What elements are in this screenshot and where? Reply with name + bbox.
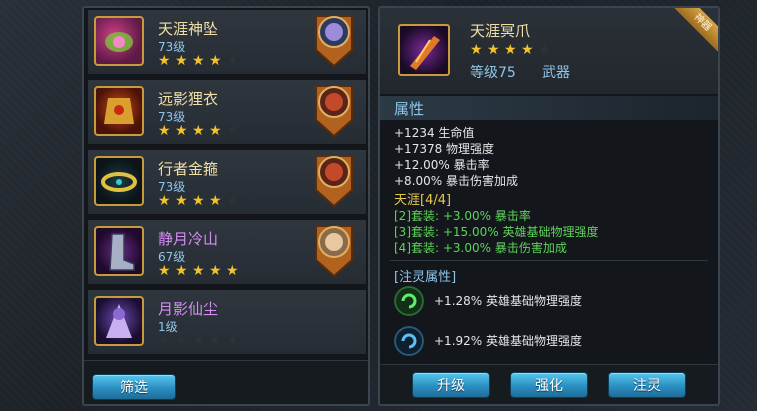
detail-header: 天涯冥爪 ★ ★ ★ ★ ★ 等级75 武器 神器 (380, 8, 718, 94)
equipment-list-panel: 天涯神坠 73级 ★ ★ ★ ★ ★ 远影狸衣 73级 ★ ★ ★ ★ ★ 行者金箍 73级 (82, 6, 370, 406)
filter-button[interactable]: 筛选 (92, 374, 176, 400)
artifact-badge: 神器 (672, 8, 718, 54)
divider (390, 260, 708, 261)
star-icon: ★ (158, 333, 171, 349)
list-item[interactable]: 远影狸衣 73级 ★ ★ ★ ★ ★ (88, 80, 366, 145)
star-icon: ★ (192, 193, 205, 209)
star-icon: ★ (470, 42, 483, 58)
list-item[interactable]: 静月冷山 67级 ★ ★ ★ ★ ★ (88, 220, 366, 285)
hero-avatar-shield-icon (315, 155, 353, 208)
stat-line: +1234 生命值 (394, 126, 475, 140)
star-icon: ★ (175, 193, 188, 209)
star-icon: ★ (158, 263, 171, 279)
infuse-stat-row: +1.92% 英雄基础物理强度 (394, 326, 714, 358)
headband-icon (94, 156, 144, 206)
star-icon: ★ (487, 42, 500, 58)
item-name: 静月冷山 (158, 230, 219, 248)
star-icon: ★ (175, 53, 188, 69)
list-item[interactable]: 月影仙尘 1级 ★ ★ ★ ★ ★ (88, 290, 366, 355)
star-icon: ★ (209, 123, 222, 139)
set-bonus-line: [4]套装: +3.00% 暴击伤害加成 (394, 241, 567, 255)
star-icon: ★ (226, 123, 239, 139)
stat-line: +12.00% 暴击率 (394, 158, 490, 172)
star-icon: ★ (158, 193, 171, 209)
badge-label: 神器 (672, 8, 718, 54)
item-stars: ★ ★ ★ ★ ★ (158, 264, 240, 278)
item-name: 行者金箍 (158, 160, 219, 178)
infuse-stat-text: +1.92% 英雄基础物理强度 (434, 334, 582, 348)
infuse-stat-text: +1.28% 英雄基础物理强度 (434, 294, 582, 308)
item-level: 等级75 (470, 65, 516, 81)
star-icon: ★ (192, 263, 205, 279)
green-soul-gem-icon (394, 286, 424, 316)
star-icon: ★ (226, 263, 239, 279)
item-stars: ★ ★ ★ ★ ★ (470, 43, 552, 57)
item-title: 天涯冥爪 (470, 22, 531, 40)
star-icon: ★ (158, 123, 171, 139)
list-item[interactable]: 行者金箍 73级 ★ ★ ★ ★ ★ (88, 150, 366, 215)
item-type: 武器 (542, 65, 570, 81)
infuse-attributes-title: [注灵属性] (394, 270, 457, 285)
star-icon: ★ (226, 333, 239, 349)
star-icon: ★ (192, 123, 205, 139)
star-icon: ★ (209, 193, 222, 209)
item-stars: ★ ★ ★ ★ ★ (158, 124, 240, 138)
claw-weapon-icon (398, 24, 450, 76)
attributes-title: 属性 (394, 100, 425, 118)
star-icon: ★ (226, 193, 239, 209)
item-stars: ★ ★ ★ ★ ★ (158, 194, 240, 208)
item-stars: ★ ★ ★ ★ ★ (158, 334, 240, 348)
star-icon: ★ (175, 123, 188, 139)
star-icon: ★ (158, 53, 171, 69)
star-icon: ★ (209, 333, 222, 349)
star-icon: ★ (504, 42, 517, 58)
stat-line: +17378 物理强度 (394, 142, 495, 156)
star-icon: ★ (521, 42, 534, 58)
star-icon: ★ (209, 53, 222, 69)
list-item[interactable]: 天涯神坠 73级 ★ ★ ★ ★ ★ (88, 10, 366, 75)
armor-icon (94, 86, 144, 136)
stat-line: +8.00% 暴击伤害加成 (394, 174, 518, 188)
hero-avatar-shield-icon (315, 225, 353, 278)
boots-icon (94, 226, 144, 276)
upgrade-button[interactable]: 升级 (412, 372, 490, 398)
item-name: 月影仙尘 (158, 300, 219, 318)
hero-avatar-shield-icon (315, 85, 353, 138)
left-toolbar: 筛选 (84, 360, 368, 404)
star-icon: ★ (538, 42, 551, 58)
detail-toolbar: 升级 强化 注灵 (380, 364, 718, 404)
set-bonus-line: [2]套装: +3.00% 暴击率 (394, 209, 531, 223)
item-detail-panel: 天涯冥爪 ★ ★ ★ ★ ★ 等级75 武器 神器 属性 +1234 生命值 +1737… (378, 6, 720, 406)
star-icon: ★ (192, 53, 205, 69)
infuse-button[interactable]: 注灵 (608, 372, 686, 398)
hero-avatar-shield-icon (315, 15, 353, 68)
cloak-icon (94, 296, 144, 346)
star-icon: ★ (226, 53, 239, 69)
set-title: 天涯[4/4] (394, 193, 452, 208)
infuse-stat-row: +1.28% 英雄基础物理强度 (394, 286, 714, 318)
star-icon: ★ (192, 333, 205, 349)
item-name: 天涯神坠 (158, 20, 219, 38)
star-icon: ★ (175, 333, 188, 349)
item-stars: ★ ★ ★ ★ ★ (158, 54, 240, 68)
star-icon: ★ (175, 263, 188, 279)
star-icon: ★ (209, 263, 222, 279)
item-name: 远影狸衣 (158, 90, 219, 108)
pendant-icon (94, 16, 144, 66)
blue-soul-gem-icon (394, 326, 424, 356)
attributes-header: 属性 (380, 96, 718, 120)
set-bonus-line: [3]套装: +15.00% 英雄基础物理强度 (394, 225, 599, 239)
enhance-button[interactable]: 强化 (510, 372, 588, 398)
